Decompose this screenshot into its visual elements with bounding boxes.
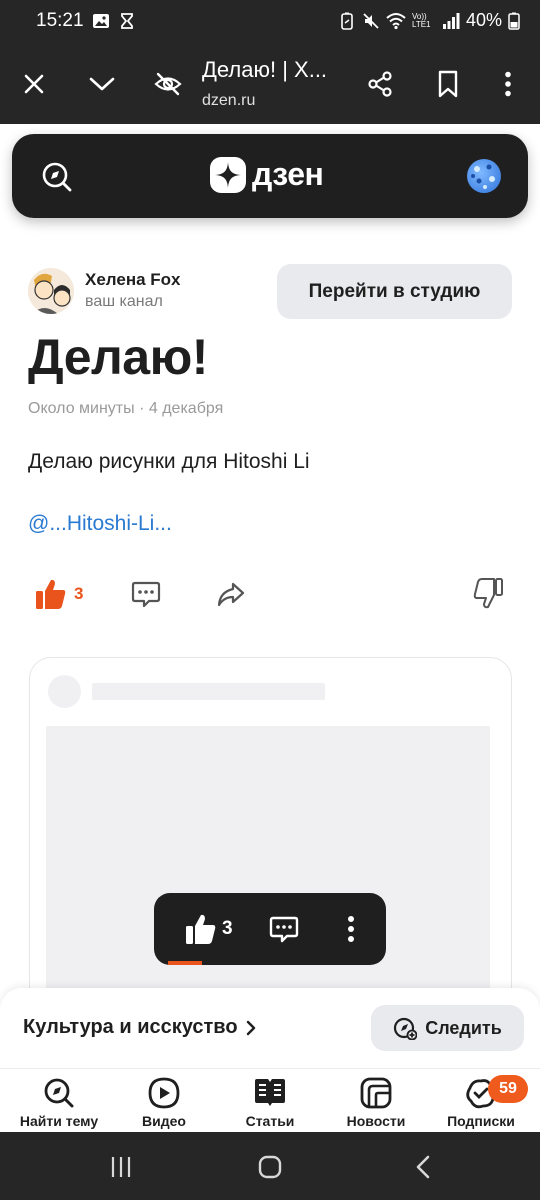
follow-button[interactable]: Следить [371,1005,524,1051]
article-link[interactable]: @...Hitoshi-Li... [28,512,172,536]
follow-button-label: Следить [425,1017,502,1038]
share-icon [368,71,392,97]
minimize-button[interactable] [82,64,122,104]
home-button[interactable] [253,1150,287,1184]
nav-video[interactable]: Видео [109,1075,219,1129]
wifi-icon [386,12,406,29]
news-icon [360,1077,392,1109]
more-vertical-icon [348,916,354,942]
like-button[interactable]: 3 [34,574,83,614]
dzen-logo-text: дзен [252,156,324,192]
category-bar: Культура и исскуство Следить [0,988,540,1068]
signal-icon [442,12,460,29]
repost-button[interactable] [215,574,247,614]
article-title: Делаю! [28,329,208,385]
nav-subscriptions[interactable]: Подписки 59 [426,1075,536,1129]
more-vertical-icon [505,71,511,97]
nav-label-news: Новости [346,1113,406,1129]
article-text: Делаю рисунки для Hitoshi Li [28,450,310,473]
page-url[interactable]: dzen.ru [202,92,255,110]
explore-button[interactable] [40,160,74,194]
gallery-icon [93,14,109,28]
skeleton-title [92,683,325,700]
nav-label-articles: Статьи [245,1113,295,1129]
meta-separator: · [139,400,145,417]
dislike-button[interactable] [472,574,504,614]
more-menu-button[interactable] [488,64,528,104]
bookmark-icon [438,70,458,98]
status-right: Vo)) LTE1 40% [338,10,520,31]
go-to-studio-button[interactable]: Перейти в студию [277,264,512,319]
thumbs-up-icon [36,579,66,609]
nav-label-find-topic: Найти тему [19,1113,99,1129]
status-time: 15:21 [36,10,84,31]
status-left-icons [92,12,136,30]
channel-name[interactable]: Хелена Fox [85,270,181,290]
subscriptions-badge: 59 [488,1075,528,1103]
like-count: 3 [74,584,84,603]
category-link[interactable]: Культура и исскуство [23,1016,256,1039]
recent-apps-icon [111,1157,131,1177]
floating-more-button[interactable] [346,911,356,947]
eye-off-icon [154,72,182,96]
system-navigation-bar [0,1132,540,1200]
close-icon [24,74,44,94]
user-avatar[interactable] [467,159,501,193]
recent-apps-button[interactable] [104,1150,138,1184]
channel-subtitle: ваш канал [85,293,163,310]
avatar-image [471,164,495,189]
floating-like-count: 3 [222,918,233,939]
hourglass-icon [121,13,133,29]
bottom-navigation: Найти тему Видео Статьи Новости Подписки… [0,1068,540,1132]
privacy-button[interactable] [148,64,188,104]
forward-arrow-icon [217,582,245,607]
skeleton-avatar [48,675,81,708]
battery-saver-icon [341,12,353,30]
volte-label: Vo)) LTE1 [411,11,431,29]
page-title[interactable]: Делаю! | Х... [202,57,352,83]
nav-find-topic[interactable]: Найти тему [4,1075,114,1129]
back-button[interactable] [406,1150,440,1184]
follow-compass-icon [394,1017,418,1040]
chevron-right-icon [246,1020,255,1035]
floating-action-bar: 3 [154,893,386,965]
dzen-logo[interactable]: дзен [210,156,324,193]
back-icon [416,1155,430,1179]
compass-icon [44,1078,74,1108]
articles-icon [255,1079,285,1106]
article-meta: Около минуты · 4 декабря [28,400,223,418]
floating-comment-button[interactable] [268,911,300,947]
nav-articles[interactable]: Статьи [215,1075,325,1129]
comment-icon [131,581,161,608]
comment-icon [269,916,299,943]
channel-avatar[interactable] [28,268,74,314]
battery-percent: 40% [465,10,502,30]
channel-avatar-image [28,268,74,314]
embedded-post-card[interactable] [29,657,512,1037]
thumbs-up-icon [186,914,216,944]
close-tab-button[interactable] [14,64,54,104]
read-progress-bar [168,961,202,965]
browser-toolbar: Делаю! | Х... dzen.ru [0,44,540,124]
dzen-header: дзен [12,134,528,218]
nav-label-subscriptions: Подписки [447,1113,515,1129]
thumbs-down-icon [473,578,503,609]
publish-date: 4 декабря [148,400,224,417]
mute-icon [363,12,379,29]
chevron-down-icon [89,77,115,91]
category-name: Культура и исскуство [23,1016,238,1038]
video-play-icon [148,1077,180,1109]
bookmark-button[interactable] [428,64,468,104]
search-compass-icon [42,162,72,192]
status-bar: 15:21 Vo)) LTE1 40% [0,0,540,44]
floating-like-button[interactable]: 3 [184,911,233,947]
dzen-logo-icon [210,156,246,193]
read-time: Около минуты [28,400,135,417]
battery-icon [508,12,520,30]
nav-news[interactable]: Новости [321,1075,431,1129]
share-button[interactable] [360,64,400,104]
comment-button[interactable] [130,574,162,614]
home-icon [258,1155,282,1179]
nav-label-video: Видео [142,1113,186,1129]
